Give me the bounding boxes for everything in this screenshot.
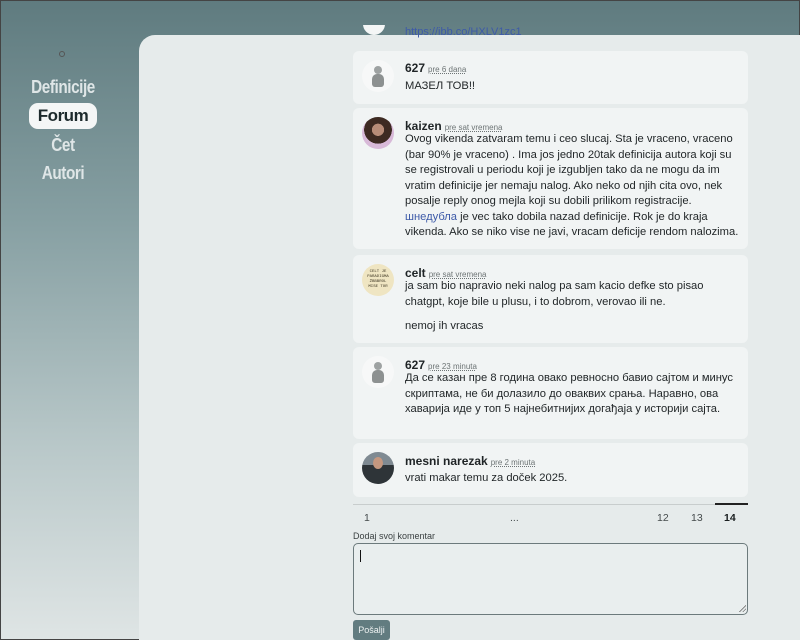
comment-time: pre 23 minuta [428, 362, 477, 371]
comment-time: pre sat vremena [428, 270, 487, 279]
comment-author[interactable]: kaizen [405, 119, 442, 133]
page-link-current[interactable]: 14 [724, 512, 736, 524]
comment-time: pre sat vremena [444, 123, 503, 132]
nav-cet[interactable]: Čet [31, 131, 96, 159]
comment-author[interactable]: 627 [405, 61, 425, 75]
comment-text: vrati makar temu za doček 2025. [405, 472, 568, 484]
nav-definicije[interactable]: Definicije [31, 73, 95, 101]
pagination: 1 ... 12 13 14 [353, 503, 748, 530]
page-link-first[interactable]: 1 [364, 512, 370, 524]
comment-text: Ovog vikenda zatvaram temu i ceo slucaj.… [405, 132, 740, 241]
current-page-indicator [715, 503, 748, 505]
user-mention-link[interactable]: шнедубла [405, 211, 457, 223]
page-link[interactable]: 12 [657, 512, 669, 524]
comment: 627 pre 6 dana МАЗЕЛ ТОВ!! [353, 51, 748, 104]
comment-form-label: Dodaj svoj komentar [353, 531, 436, 541]
user-avatar [362, 117, 394, 149]
comment: kaizen pre sat vremena Ovog vikenda zatva… [353, 108, 748, 249]
avatar [363, 25, 385, 35]
comment-text-start: Ovog vikenda zatvaram temu i ceo slucaj.… [405, 133, 733, 207]
comment-text: ja sam bio napravio neki nalog pa sam ka… [405, 280, 704, 308]
comment: 627 pre 23 minuta Да се казан пре 8 годин… [353, 347, 748, 439]
nav-forum[interactable]: Forum [29, 103, 97, 129]
comment: mesni narezak pre 2 minuta vrati makar te… [353, 443, 748, 497]
comment: CELT JE PARADIGMA ŽBBBROL MISE TOR celt p… [353, 255, 748, 343]
text-caret [360, 550, 361, 562]
page-ellipsis: ... [510, 512, 519, 524]
comment-textarea[interactable] [353, 543, 748, 615]
submit-button[interactable]: Pošalji [353, 620, 390, 640]
previous-comment-fragment: https://ibb.co/HXLV1zc1 [353, 25, 749, 39]
resize-grip-icon[interactable] [738, 604, 746, 612]
nav-autori[interactable]: Autori [31, 159, 96, 187]
comment-time: pre 2 minuta [490, 458, 536, 467]
user-avatar [362, 452, 394, 484]
comment-text: МАЗЕЛ ТОВ!! [405, 80, 476, 92]
default-avatar-icon [362, 60, 394, 92]
avatar-text: CELT JE PARADIGMA ŽBBBROL MISE TOR [367, 270, 389, 289]
comment-author[interactable]: mesni narezak [405, 454, 488, 468]
main-nav: Definicije Forum Čet Autori [25, 73, 101, 187]
comment-author[interactable]: 627 [405, 358, 425, 372]
page-link[interactable]: 13 [691, 512, 703, 524]
comment-text: nemoj ih vracas [405, 320, 484, 332]
image-link[interactable]: https://ibb.co/HXLV1zc1 [405, 26, 522, 38]
small-circle-marker [59, 51, 65, 57]
comment-text: Да се казан пре 8 година овако ревносно … [405, 372, 733, 415]
user-avatar: CELT JE PARADIGMA ŽBBBROL MISE TOR [362, 264, 394, 296]
comment-author[interactable]: celt [405, 266, 426, 280]
default-avatar-icon [362, 356, 394, 388]
comment-time: pre 6 dana [428, 65, 467, 74]
